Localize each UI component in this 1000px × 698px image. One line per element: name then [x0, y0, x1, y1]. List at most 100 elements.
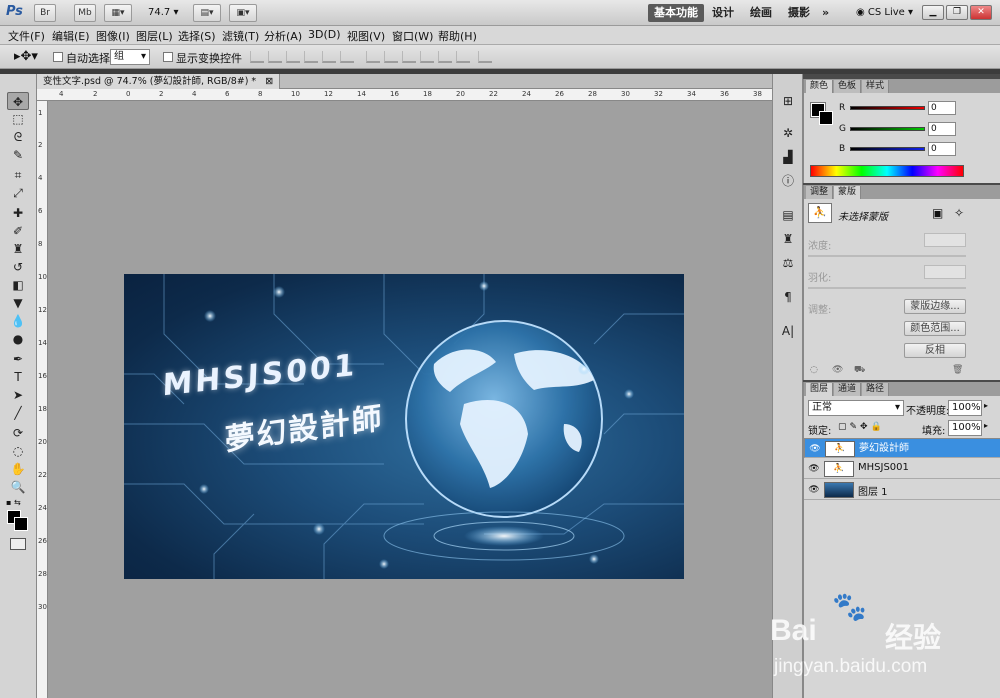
distribute-hcenter-icon[interactable] [438, 51, 452, 63]
menu-file[interactable]: 文件(F) [8, 28, 45, 44]
tab-adjustments[interactable]: 调整 [806, 186, 834, 199]
align-bottom-icon[interactable] [286, 51, 300, 63]
distribute-left-icon[interactable] [420, 51, 434, 63]
color-background-swatch[interactable] [819, 111, 833, 125]
distribute-top-icon[interactable] [366, 51, 380, 63]
menu-window[interactable]: 窗口(W) [392, 28, 433, 44]
path-selection-tool-icon[interactable]: ➤ [7, 386, 29, 404]
info-panel-icon[interactable]: ⓘ [778, 172, 798, 190]
distribute-vcenter-icon[interactable] [384, 51, 398, 63]
tab-swatches[interactable]: 色板 [834, 80, 862, 93]
character-panel-icon[interactable]: A| [778, 322, 798, 340]
minimize-button[interactable]: ▁ [922, 5, 944, 20]
align-left-icon[interactable] [304, 51, 318, 63]
load-selection-icon[interactable]: ◌ [810, 365, 818, 375]
3d-rotate-tool-icon[interactable]: ⟳ [7, 424, 29, 442]
opacity-input[interactable]: 100% [948, 400, 982, 416]
layer-row[interactable]: 👁 图层 1 [804, 480, 1000, 500]
paragraph-panel-icon[interactable]: ¶ [778, 288, 798, 306]
tab-paths[interactable]: 路径 [862, 383, 890, 396]
color-spectrum-ramp[interactable] [810, 165, 964, 177]
tool-presets-panel-icon[interactable]: ⚖ [778, 254, 798, 272]
tab-channels[interactable]: 通道 [834, 383, 862, 396]
visibility-eye-icon[interactable]: 👁 [809, 444, 821, 454]
align-vcenter-icon[interactable] [268, 51, 282, 63]
move-tool-icon[interactable]: ✥ [7, 92, 29, 110]
menu-help[interactable]: 帮助(H) [438, 28, 477, 44]
show-transform-checkbox[interactable] [163, 52, 173, 62]
close-document-icon[interactable]: ⊠ [265, 76, 273, 87]
channel-g-slider[interactable] [850, 127, 925, 131]
menu-3d[interactable]: 3D(D) [308, 28, 341, 41]
opacity-arrow-icon[interactable]: ▸ [984, 401, 988, 410]
line-tool-icon[interactable]: ╱ [7, 404, 29, 422]
invert-button[interactable]: 反相 [904, 343, 966, 358]
zoom-tool-icon[interactable]: 🔍 [7, 478, 29, 496]
distribute-right-icon[interactable] [456, 51, 470, 63]
move-tool-preset-icon[interactable]: ▸✥▾ [14, 49, 38, 64]
fill-input[interactable]: 100% [948, 420, 982, 436]
auto-select-dropdown[interactable]: 组 ▾ [110, 49, 150, 65]
align-top-icon[interactable] [250, 51, 264, 63]
menu-select[interactable]: 选择(S) [178, 28, 216, 44]
channel-r-value[interactable]: 0 [928, 101, 956, 115]
auto-align-icon[interactable] [478, 51, 492, 63]
view-extras-button[interactable]: ▦▾ [104, 4, 132, 22]
cs-live-button[interactable]: ◉ CS Live ▾ [856, 7, 913, 18]
workspace-photography[interactable]: 摄影 [782, 4, 816, 22]
clone-stamp-tool-icon[interactable]: ♜ [7, 240, 29, 258]
quick-select-tool-icon[interactable]: ✎ [7, 146, 29, 164]
density-input[interactable] [924, 233, 966, 247]
density-slider[interactable] [808, 255, 966, 257]
brush-presets-panel-icon[interactable]: ▤ [778, 206, 798, 224]
quick-mask-icon[interactable] [10, 538, 26, 550]
tab-styles[interactable]: 样式 [862, 80, 890, 93]
menu-image[interactable]: 图像(I) [96, 28, 130, 44]
close-button[interactable]: ✕ [970, 5, 992, 20]
distribute-bottom-icon[interactable] [402, 51, 416, 63]
mini-bridge-button[interactable]: Mb [74, 4, 96, 22]
blend-mode-dropdown[interactable]: 正常 ▾ [808, 400, 904, 416]
document-tab[interactable]: 变性文字.psd @ 74.7% (夢幻設計師, RGB/8#) * ⊠ [37, 74, 281, 89]
disable-mask-icon[interactable]: ⛟ [854, 365, 865, 376]
dodge-tool-icon[interactable]: ● [7, 330, 29, 348]
navigator-panel-icon[interactable]: ✲ [778, 124, 798, 142]
swap-colors-icon[interactable]: ▪ ⇆ [6, 498, 21, 507]
workspace-essentials[interactable]: 基本功能 [648, 4, 704, 22]
menu-layer[interactable]: 图层(L) [136, 28, 173, 44]
hand-tool-icon[interactable]: ✋ [7, 460, 29, 478]
eyedropper-tool-icon[interactable]: ⤢ [7, 184, 29, 202]
menu-edit[interactable]: 编辑(E) [52, 28, 90, 44]
channel-g-value[interactable]: 0 [928, 122, 956, 136]
align-right-icon[interactable] [340, 51, 354, 63]
zoom-level[interactable]: 74.7 ▾ [148, 7, 178, 18]
blur-tool-icon[interactable]: 💧 [7, 312, 29, 330]
menu-analysis[interactable]: 分析(A) [264, 28, 302, 44]
visibility-eye-icon[interactable]: 👁 [808, 464, 820, 474]
healing-brush-tool-icon[interactable]: ✚ [7, 204, 29, 222]
type-tool-icon[interactable]: T [7, 368, 29, 386]
marquee-tool-icon[interactable]: ⬚ [7, 110, 29, 128]
apply-mask-icon[interactable]: 👁 [832, 365, 843, 375]
menu-filter[interactable]: 滤镜(T) [222, 28, 259, 44]
eraser-tool-icon[interactable]: ◧ [7, 276, 29, 294]
menu-view[interactable]: 视图(V) [347, 28, 385, 44]
tab-masks[interactable]: 蒙版 [834, 186, 862, 199]
lock-icons[interactable]: ▢✎✥🔒 [838, 422, 885, 432]
restore-button[interactable]: ❐ [946, 5, 968, 20]
pen-tool-icon[interactable]: ✒ [7, 350, 29, 368]
channel-b-slider[interactable] [850, 147, 925, 151]
mask-edge-button[interactable]: 蒙版边缘... [904, 299, 966, 314]
fill-arrow-icon[interactable]: ▸ [984, 421, 988, 430]
histogram-panel-icon[interactable]: ▟ [778, 148, 798, 166]
visibility-eye-icon[interactable]: 👁 [808, 485, 820, 495]
bridge-button[interactable]: Br [34, 4, 56, 22]
color-range-button[interactable]: 颜色范围... [904, 321, 966, 336]
pixel-mask-icon[interactable]: ▣ [932, 206, 943, 220]
align-hcenter-icon[interactable] [322, 51, 336, 63]
channel-r-slider[interactable] [850, 106, 925, 110]
document-canvas[interactable]: MHSJS001 夢幻設計師 [124, 274, 684, 579]
paint-bucket-tool-icon[interactable]: ▼ [7, 294, 29, 312]
lasso-tool-icon[interactable]: ᘓ [7, 128, 29, 146]
layer-row[interactable]: 👁 ⛹ MHSJS001 [804, 459, 1000, 479]
